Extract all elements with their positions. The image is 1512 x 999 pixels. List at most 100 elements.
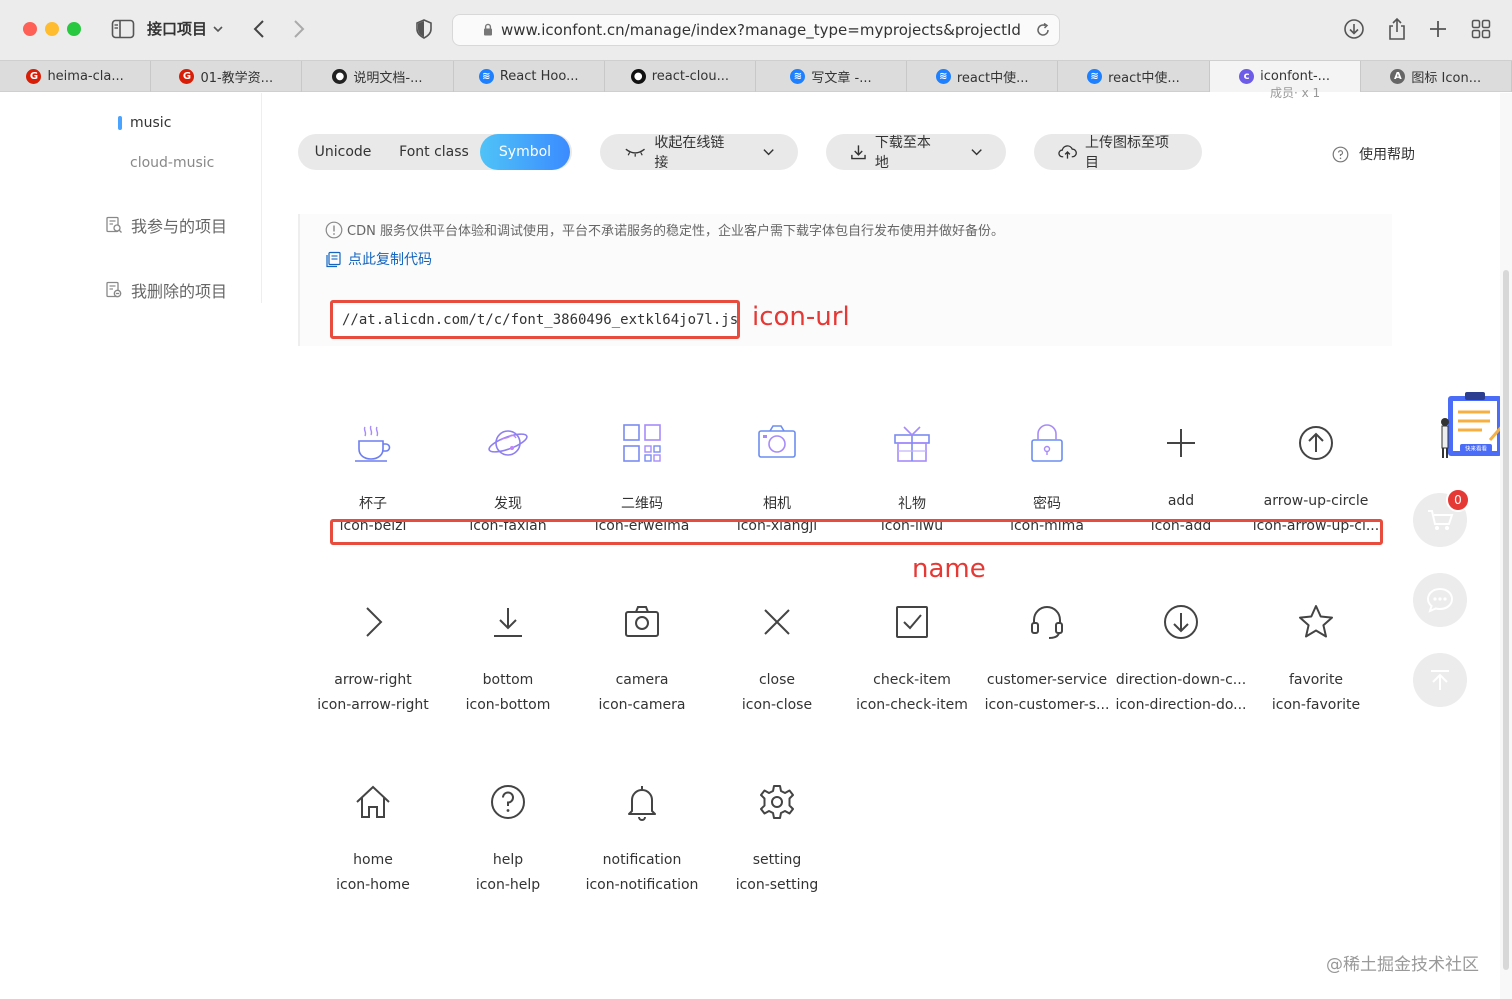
gitee-icon: G xyxy=(26,69,42,84)
cart-count-badge: 0 xyxy=(1446,488,1470,512)
sidebar-toggle-icon[interactable] xyxy=(110,16,136,42)
icon-card[interactable]: customer-service icon-customer-s... xyxy=(980,592,1114,717)
question-circle-icon xyxy=(1332,146,1349,162)
yuque-icon: ● xyxy=(332,69,348,84)
juejin-icon: ≋ xyxy=(478,69,494,84)
download-label: 下载至本地 xyxy=(874,135,931,171)
help-icon xyxy=(441,772,575,832)
antd-icon: A xyxy=(1390,69,1406,84)
browser-tab[interactable]: A 图标 Icon... xyxy=(1361,61,1512,92)
chat-button[interactable] xyxy=(1413,573,1467,627)
icon-class-name: icon-home xyxy=(336,877,410,893)
new-tab-icon[interactable] xyxy=(1428,16,1448,42)
sidebar-item-label: 我删除的项目 xyxy=(131,282,228,301)
address-bar[interactable]: www.iconfont.cn/manage/index?manage_type… xyxy=(452,14,1060,46)
github-icon: ● xyxy=(630,69,646,84)
browser-tab[interactable]: ● 说明文档-... xyxy=(302,61,454,92)
copy-icon xyxy=(326,251,341,267)
icon-class-name: icon-setting xyxy=(735,877,819,893)
close-window-button[interactable] xyxy=(23,22,37,36)
sidebar-item-cloud-music[interactable]: cloud-music xyxy=(130,155,214,171)
back-to-top-button[interactable] xyxy=(1413,653,1467,707)
icon-card[interactable]: home icon-home xyxy=(306,772,440,897)
icon-display-name: camera xyxy=(615,672,669,688)
camera-color-icon xyxy=(710,413,844,473)
tab-group-title[interactable]: 接口项目 xyxy=(147,18,223,39)
icon-display-name: 礼物 xyxy=(898,496,926,512)
icon-card[interactable]: help icon-help xyxy=(441,772,575,897)
icon-card[interactable]: camera icon-camera xyxy=(575,592,709,717)
address-url: www.iconfont.cn/manage/index?manage_type… xyxy=(501,21,1021,39)
browser-tab[interactable]: Gheima-cla... xyxy=(0,61,152,92)
back-icon[interactable] xyxy=(248,16,270,42)
gitee-icon: G xyxy=(179,69,195,84)
tab-symbol[interactable]: Symbol xyxy=(480,134,570,170)
browser-tab[interactable]: ● react-clou... xyxy=(605,61,756,92)
browser-tab[interactable]: G 01-教学资... xyxy=(151,61,303,92)
tab-unicode[interactable]: Unicode xyxy=(298,134,388,170)
minimize-window-button[interactable] xyxy=(45,22,59,36)
icon-class-name: icon-notification xyxy=(585,877,699,893)
icon-display-name: setting xyxy=(752,852,802,868)
upload-button[interactable]: 上传图标至项目 xyxy=(1034,134,1202,171)
icon-display-name: customer-service xyxy=(986,672,1108,688)
cloud-upload-icon xyxy=(1058,145,1077,159)
cup-icon xyxy=(306,413,440,473)
icon-card[interactable]: favorite icon-favorite xyxy=(1249,592,1383,717)
icon-class-name: icon-customer-s... xyxy=(984,697,1110,713)
icon-card[interactable]: bottom icon-bottom xyxy=(441,592,575,717)
icon-display-name: 杯子 xyxy=(359,496,387,512)
star-icon xyxy=(1249,592,1383,652)
sidebar-item-music[interactable]: music xyxy=(118,115,171,131)
collapse-link-button[interactable]: 收起在线链接 xyxy=(600,134,798,171)
document-search-icon xyxy=(106,216,122,233)
copy-code-link[interactable]: 点此复制代码 xyxy=(325,249,432,269)
sidebar-item-participated[interactable]: 我参与的项目 xyxy=(105,213,227,237)
cdn-url-field[interactable]: //at.alicdn.com/t/c/font_3860496_extkl64… xyxy=(330,300,740,339)
browser-tab[interactable]: ≋ react中使... xyxy=(1058,61,1210,92)
share-icon[interactable] xyxy=(1386,16,1408,42)
headset-icon xyxy=(980,592,1114,652)
icon-card[interactable]: arrow-right icon-arrow-right xyxy=(306,592,440,717)
browser-tab[interactable]: ≋ React Hoo... xyxy=(454,61,605,92)
icon-display-name: help xyxy=(492,852,524,868)
arrow-right-icon xyxy=(306,592,440,652)
clipboard-illustration[interactable]: 快来看看 xyxy=(1438,390,1506,464)
scrollbar-thumb[interactable] xyxy=(1503,270,1509,970)
browser-window: 接口项目 www.iconfont.cn/manage/index?manage… xyxy=(0,0,1512,999)
browser-tab-label: 图标 Icon... xyxy=(1411,71,1482,86)
tab-font-class[interactable]: Font class xyxy=(388,134,480,170)
icon-card[interactable]: close icon-close xyxy=(710,592,844,717)
privacy-shield-icon[interactable] xyxy=(413,16,435,42)
downloads-icon[interactable] xyxy=(1342,16,1366,42)
icon-display-name: favorite xyxy=(1288,672,1344,688)
download-button[interactable]: 下载至本地 xyxy=(826,134,1006,171)
zoom-window-button[interactable] xyxy=(67,22,81,36)
icon-card[interactable]: setting icon-setting xyxy=(710,772,844,897)
chat-bubble-icon xyxy=(1426,587,1454,613)
icon-class-name: icon-bottom xyxy=(465,697,551,713)
icon-class-name: icon-check-item xyxy=(856,697,968,713)
help-link[interactable]: 使用帮助 xyxy=(1332,144,1415,164)
icon-card[interactable]: check-item icon-check-item xyxy=(845,592,979,717)
project-sidebar: music cloud-music 我参与的项目 我删除的项目 xyxy=(0,93,262,303)
browser-tab[interactable]: ≋ 写文章 -... xyxy=(756,61,908,92)
browser-tab-label: iconfont-... xyxy=(1260,69,1331,84)
icon-class-name: icon-favorite xyxy=(1271,697,1361,713)
browser-tab[interactable]: ≋ react中使... xyxy=(907,61,1059,92)
sidebar-item-deleted[interactable]: 我删除的项目 xyxy=(105,278,227,302)
icon-card[interactable]: direction-down-c... icon-direction-do... xyxy=(1114,592,1248,717)
arrow-down-circle-icon xyxy=(1114,592,1248,652)
icon-card[interactable]: notification icon-notification xyxy=(575,772,709,897)
icon-class-name: icon-close xyxy=(741,697,813,713)
format-tabs: Unicode Font class Symbol xyxy=(298,134,572,170)
tab-overview-icon[interactable] xyxy=(1470,16,1492,42)
close-icon xyxy=(710,592,844,652)
clipboard-text: 快来看看 xyxy=(1465,445,1488,453)
forward-icon[interactable] xyxy=(288,16,310,42)
icon-class-name: icon-camera xyxy=(598,697,686,713)
lock-icon xyxy=(980,413,1114,473)
reload-icon[interactable] xyxy=(1035,22,1051,42)
gear-icon xyxy=(710,772,844,832)
icon-class-name: icon-arrow-right xyxy=(317,697,429,713)
